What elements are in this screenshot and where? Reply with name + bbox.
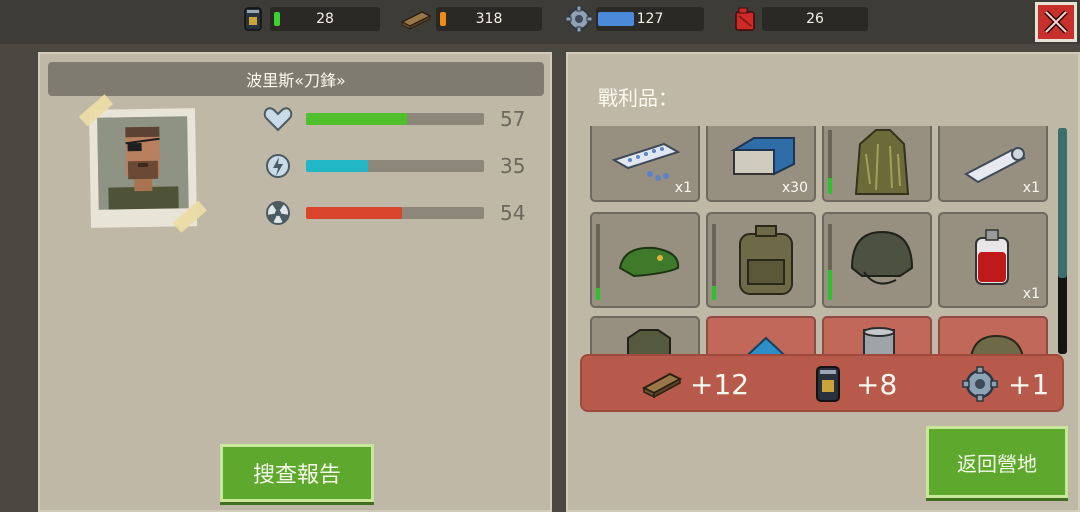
soda-can-icon [808,364,848,404]
stat-energy-value: 35 [500,154,526,178]
resource-wood: 318 [400,6,542,32]
reward-gear: +1 [960,364,1049,404]
reward-wood-value: +12 [690,367,750,401]
soda-can-icon [240,6,266,32]
loot-slot[interactable] [822,212,932,308]
loot-slot[interactable] [822,126,932,202]
stat-health-value: 57 [500,107,526,131]
search-report-button[interactable]: 搜查報告 [220,444,374,502]
backpack-icon [739,225,793,295]
close-button[interactable] [1035,2,1077,42]
loot-slot[interactable] [590,212,700,308]
wood-plank-icon [642,364,682,404]
resource-can-value: 28 [316,11,334,27]
loot-slot[interactable]: x1 [938,212,1048,308]
character-name: 波里斯«刀鋒» [48,62,544,96]
stat-radiation: 54 [262,198,530,228]
loot-count: x1 [1022,180,1040,196]
avatar [97,116,189,210]
beret-icon [618,246,680,278]
resource-wood-value: 318 [475,11,503,27]
reward-gear-value: +1 [1008,367,1050,401]
radiation-icon [262,198,294,228]
loot-count: x30 [781,180,808,196]
loot-slot[interactable]: x1 [590,126,700,202]
character-panel: 波里斯«刀鋒» 57 35 54 搜查報告 [38,52,552,512]
loot-slot[interactable]: x30 [706,126,816,202]
wood-plank-icon [400,6,432,32]
loot-scrollbar[interactable] [1058,128,1067,354]
resource-can: 28 [240,6,380,32]
stat-radiation-value: 54 [500,201,526,225]
reward-bar: +12 +8 +1 [580,354,1064,412]
gear-icon [566,6,592,32]
stat-energy: 35 [262,151,530,181]
loot-label: 戰利品： [598,86,678,110]
helmet-icon [850,230,914,285]
heart-icon [262,104,294,134]
resource-gas: 26 [732,6,868,32]
resource-gas-value: 26 [806,11,824,27]
reward-can-value: +8 [856,367,898,401]
close-icon [1044,10,1068,34]
loot-scroll-thumb[interactable] [1058,128,1067,278]
loot-count: x1 [674,180,692,196]
resource-gear: 127 [566,6,704,32]
resource-gear-value: 127 [636,11,664,27]
character-portrait [78,94,207,233]
reward-can: +8 [808,364,897,404]
loot-grid[interactable]: x1 x30 x1 x1 [580,126,1064,366]
blood-bag-icon [975,229,1009,285]
reward-wood: +12 [642,364,749,404]
loot-count: x1 [1022,286,1040,302]
ghillie-suit-icon [854,129,910,195]
gear-icon [960,364,1000,404]
gas-can-icon [732,6,758,32]
top-resource-bar: 28 318 127 26 [0,0,1080,44]
loot-slot[interactable] [706,212,816,308]
loot-panel: 戰利品： x1 x30 x1 x1 +12 +8 +1 返回營地 [566,52,1080,512]
energy-icon [262,151,294,181]
stat-health: 57 [262,104,530,134]
fabric-roll-icon [964,147,1026,184]
return-camp-button[interactable]: 返回營地 [926,426,1068,498]
loot-slot[interactable]: x1 [938,126,1048,202]
